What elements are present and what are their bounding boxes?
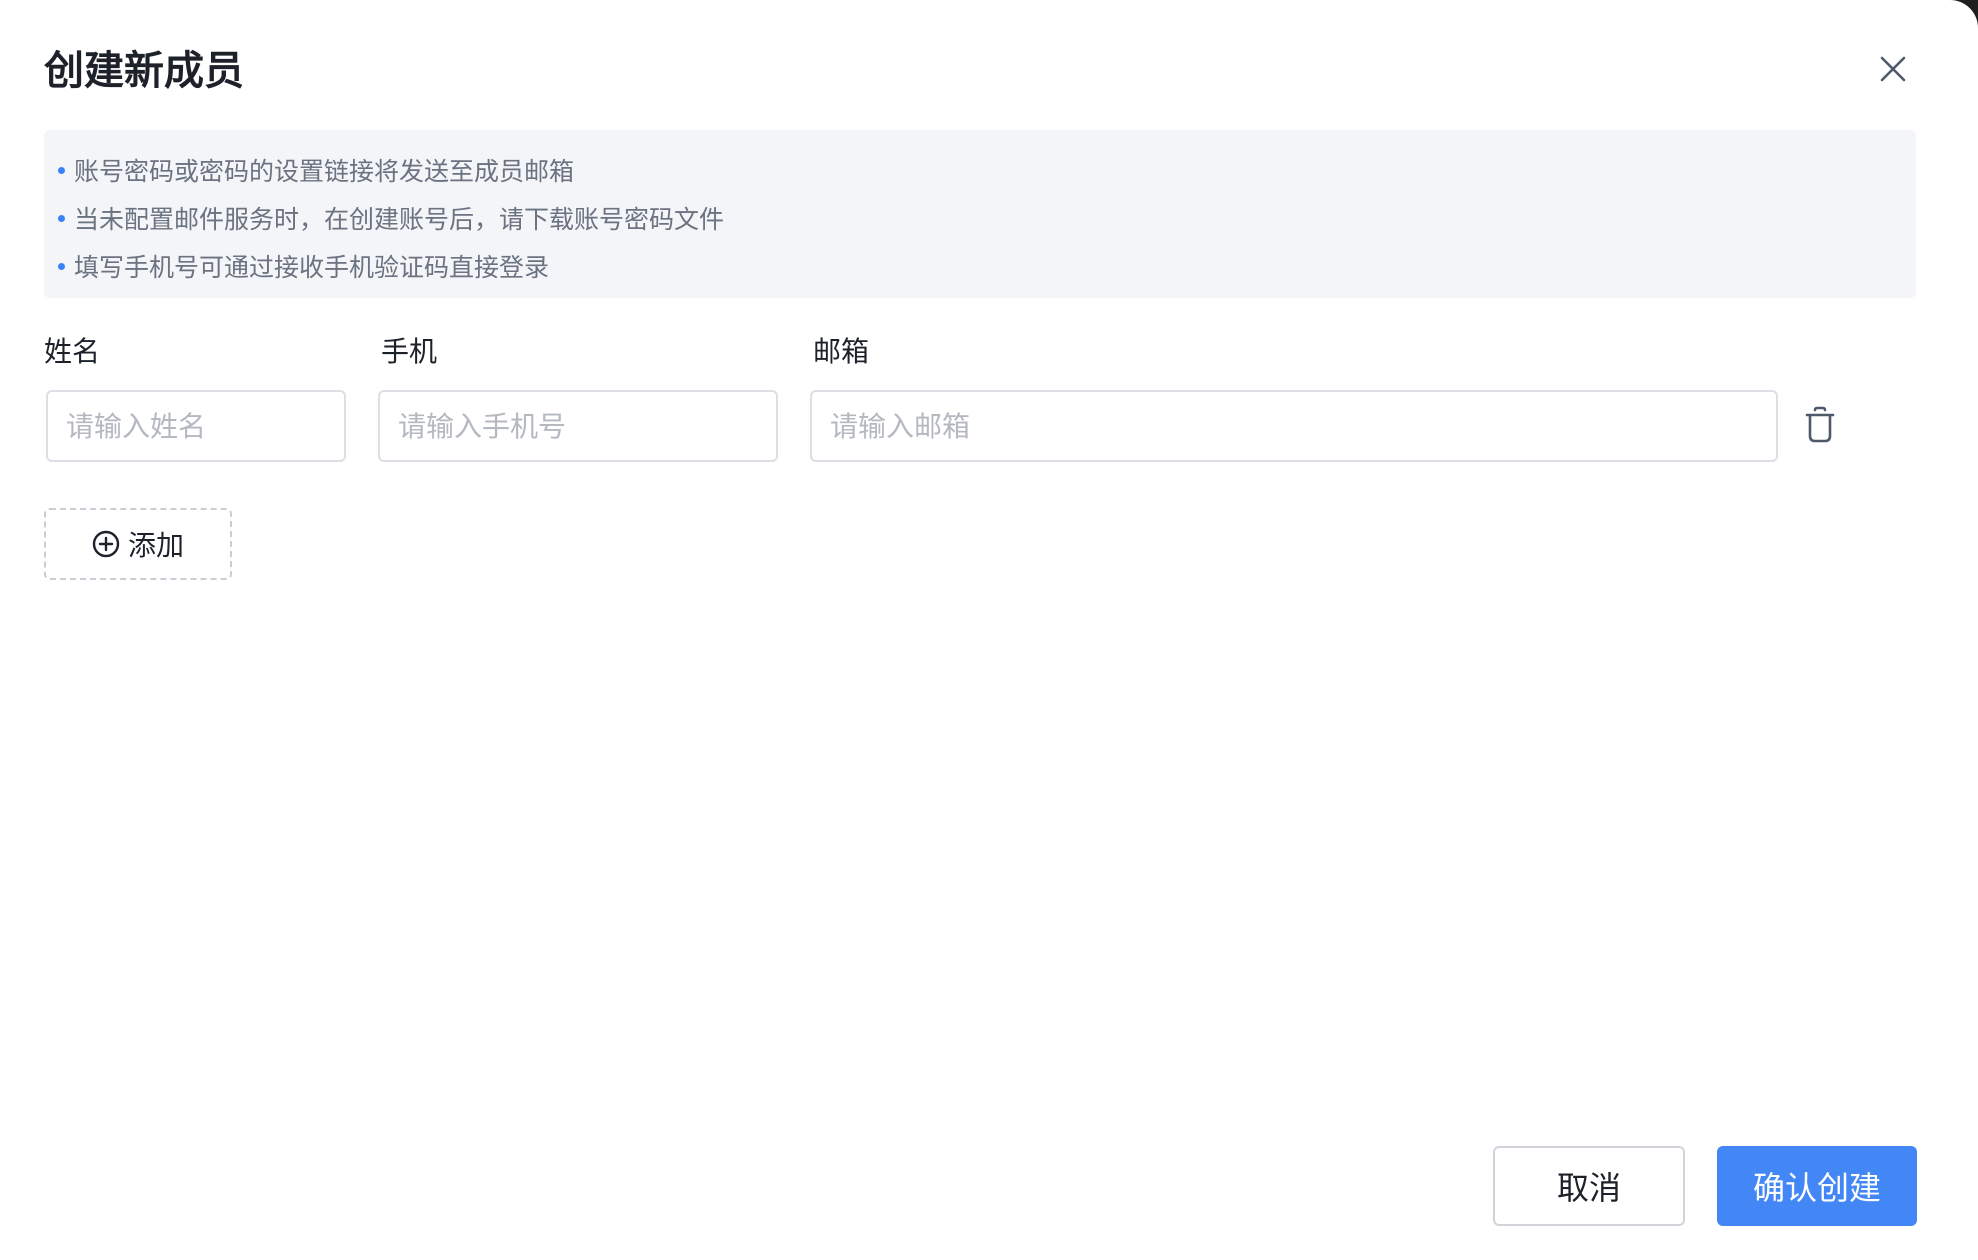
phone-input[interactable] [378, 390, 778, 462]
close-button[interactable] [1868, 44, 1918, 94]
create-member-dialog: 创建新成员 账号密码或密码的设置链接将发送至成员邮箱 当未配置邮件服务时，在创建… [0, 0, 1978, 1260]
trash-icon [1805, 406, 1835, 443]
delete-row-button[interactable] [1798, 400, 1842, 450]
dialog-title: 创建新成员 [44, 48, 244, 94]
name-label: 姓名 [44, 335, 101, 368]
notice-item: 当未配置邮件服务时，在创建账号后，请下载账号密码文件 [58, 194, 1916, 242]
cancel-button[interactable]: 取消 [1493, 1146, 1685, 1226]
notice-text: 账号密码或密码的设置链接将发送至成员邮箱 [74, 157, 575, 186]
bullet-dot [58, 214, 65, 222]
email-label: 邮箱 [813, 335, 870, 368]
add-member-button[interactable]: 添加 [44, 508, 232, 580]
close-icon [1880, 56, 1906, 82]
notice-item: 账号密码或密码的设置链接将发送至成员邮箱 [58, 146, 1916, 194]
notice-text: 填写手机号可通过接收手机验证码直接登录 [74, 253, 550, 282]
email-input[interactable] [810, 390, 1778, 462]
name-input[interactable] [46, 390, 346, 462]
bullet-dot [58, 262, 65, 270]
confirm-create-button[interactable]: 确认创建 [1717, 1146, 1917, 1226]
plus-circle-icon [92, 530, 120, 558]
notice-box: 账号密码或密码的设置链接将发送至成员邮箱 当未配置邮件服务时，在创建账号后，请下… [44, 130, 1916, 298]
notice-item: 填写手机号可通过接收手机验证码直接登录 [58, 242, 1916, 290]
notice-text: 当未配置邮件服务时，在创建账号后，请下载账号密码文件 [74, 205, 725, 234]
add-button-label: 添加 [127, 529, 184, 562]
phone-label: 手机 [381, 335, 438, 368]
bullet-dot [58, 166, 65, 174]
